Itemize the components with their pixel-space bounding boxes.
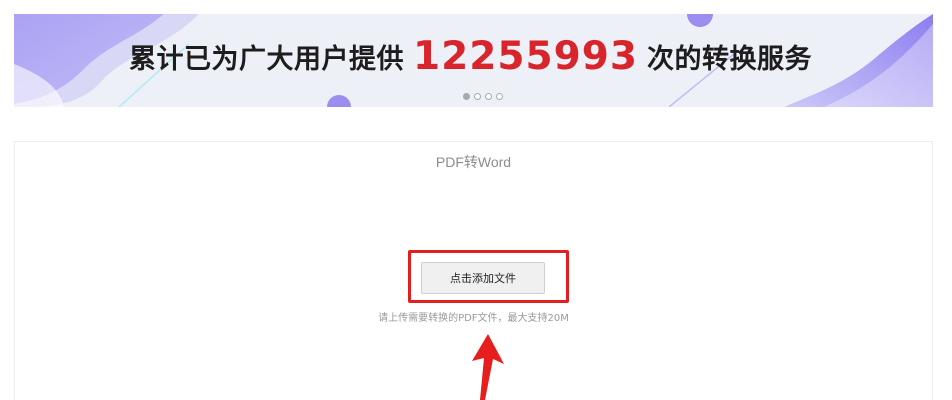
red-arrow-icon [472,334,504,400]
carousel-dot-3[interactable] [485,93,492,100]
add-file-button[interactable]: 点击添加文件 [421,262,545,294]
conversion-stats-banner[interactable]: 累计已为广大用户提供 12255993 次的转换服务 [14,14,933,107]
conversion-count: 12255993 [412,34,639,79]
upload-hint-text: 请上传需要转换的PDF文件，最大支持20M [378,313,569,324]
carousel-indicators [463,93,503,100]
banner-suffix-text: 次的转换服务 [647,44,813,75]
panel-title: PDF转Word [435,154,512,170]
carousel-dot-2[interactable] [474,93,481,100]
banner-prefix-text: 累计已为广大用户提供 [128,44,404,75]
carousel-dot-4[interactable] [496,93,503,100]
carousel-dot-1[interactable] [463,93,470,100]
